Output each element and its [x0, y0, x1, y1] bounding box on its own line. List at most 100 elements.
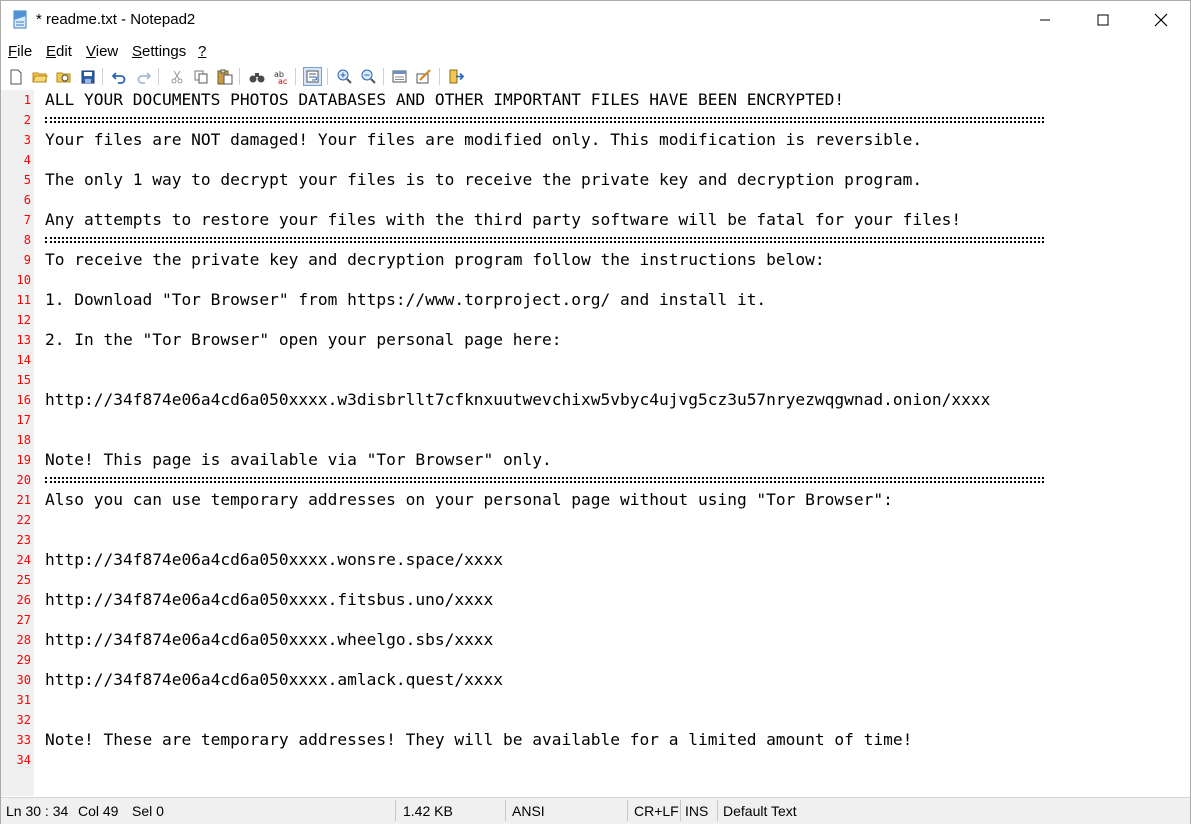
- status-selection: Sel 0: [132, 803, 164, 819]
- new-file-icon[interactable]: [6, 67, 25, 86]
- minimize-icon: [1040, 19, 1050, 21]
- separator-line: [45, 470, 1044, 490]
- toolbar-separator: [327, 68, 328, 85]
- scheme-icon[interactable]: [390, 67, 409, 86]
- copy-icon[interactable]: [191, 67, 210, 86]
- editor-line: To receive the private key and decryptio…: [45, 250, 825, 269]
- line-number: 1: [23, 93, 31, 107]
- line-number: 21: [16, 493, 31, 507]
- toolbar: ab ac: [1, 64, 1190, 89]
- zoom-out-icon[interactable]: [359, 67, 378, 86]
- toolbar-separator: [295, 68, 296, 85]
- cut-icon[interactable]: [167, 67, 186, 86]
- editor-line: Your files are NOT damaged! Your files a…: [45, 130, 923, 149]
- svg-text:ac: ac: [278, 77, 287, 85]
- toolbar-separator: [439, 68, 440, 85]
- line-number: 24: [16, 553, 31, 567]
- editor-line: Note! This page is available via "Tor Br…: [45, 450, 552, 469]
- menu-bar: File Edit View Settings ?: [1, 39, 1190, 63]
- find-icon[interactable]: [247, 67, 266, 86]
- line-number: 12: [16, 313, 31, 327]
- line-number: 27: [16, 613, 31, 627]
- notepad2-window: * readme.txt - Notepad2 File Edit View S…: [0, 0, 1191, 824]
- line-number: 33: [16, 733, 31, 747]
- word-wrap-icon[interactable]: [303, 67, 322, 86]
- menu-edit[interactable]: Edit: [46, 43, 72, 60]
- replace-icon[interactable]: ab ac: [271, 67, 290, 86]
- save-icon[interactable]: [78, 67, 97, 86]
- line-number: 5: [23, 173, 31, 187]
- line-number: 26: [16, 593, 31, 607]
- line-number: 16: [16, 393, 31, 407]
- window-title: * readme.txt - Notepad2: [36, 11, 196, 28]
- line-number: 22: [16, 513, 31, 527]
- text-editor[interactable]: 1 ALL YOUR DOCUMENTS PHOTOS DATABASES AND…: [1, 90, 1190, 796]
- editor-line: http://34f874e06a4cd6a050xxxx.amlack.que…: [45, 670, 504, 689]
- separator-line: [45, 110, 1044, 130]
- open-folder-icon[interactable]: [30, 67, 49, 86]
- line-number: 8: [23, 233, 31, 247]
- line-number: 10: [16, 273, 31, 287]
- menu-file[interactable]: File: [8, 43, 32, 60]
- browse-icon[interactable]: [54, 67, 73, 86]
- status-insert-mode[interactable]: INS: [685, 803, 708, 819]
- status-line-endings[interactable]: CR+LF: [634, 803, 679, 819]
- line-number: 3: [23, 133, 31, 147]
- toolbar-separator: [239, 68, 240, 85]
- paste-icon[interactable]: [215, 67, 234, 86]
- status-scheme[interactable]: Default Text: [723, 803, 797, 819]
- line-number: 13: [16, 333, 31, 347]
- line-number: 11: [16, 293, 31, 307]
- line-number: 18: [16, 433, 31, 447]
- line-number: 6: [23, 193, 31, 207]
- close-icon: [1154, 13, 1168, 27]
- maximize-icon: [1097, 14, 1109, 26]
- menu-settings[interactable]: Settings: [132, 43, 186, 60]
- minimize-button[interactable]: [1016, 1, 1074, 39]
- customize-icon[interactable]: [414, 67, 433, 86]
- status-column: Col 49: [78, 803, 119, 819]
- status-divider: [680, 800, 681, 821]
- editor-line: 2. In the "Tor Browser" open your person…: [45, 330, 562, 349]
- line-number: 32: [16, 713, 31, 727]
- close-button[interactable]: [1132, 1, 1190, 39]
- notepad-app-icon: [13, 10, 27, 29]
- editor-line: http://34f874e06a4cd6a050xxxx.fitsbus.un…: [45, 590, 494, 609]
- line-number: 19: [16, 453, 31, 467]
- redo-icon[interactable]: [134, 67, 153, 86]
- toolbar-separator: [102, 68, 103, 85]
- status-bar: Ln 30 : 34 Col 49 Sel 0 1.42 KB ANSI CR+…: [1, 797, 1190, 824]
- line-number: 28: [16, 633, 31, 647]
- line-number: 14: [16, 353, 31, 367]
- exit-icon[interactable]: [446, 67, 465, 86]
- editor-line: Any attempts to restore your files with …: [45, 210, 962, 229]
- status-encoding[interactable]: ANSI: [512, 803, 545, 819]
- toolbar-separator: [383, 68, 384, 85]
- editor-line: Also you can use temporary addresses on …: [45, 490, 893, 509]
- menu-help[interactable]: ?: [198, 43, 206, 60]
- line-number: 23: [16, 533, 31, 547]
- editor-line: The only 1 way to decrypt your files is …: [45, 170, 923, 189]
- zoom-in-icon[interactable]: [335, 67, 354, 86]
- line-number: 30: [16, 673, 31, 687]
- editor-line: 1. Download "Tor Browser" from https://w…: [45, 290, 767, 309]
- status-line-position: Ln 30 : 34: [6, 803, 69, 819]
- line-number: 2: [23, 113, 31, 127]
- undo-icon[interactable]: [109, 67, 128, 86]
- line-number: 29: [16, 653, 31, 667]
- status-divider: [505, 800, 506, 821]
- editor-line: ALL YOUR DOCUMENTS PHOTOS DATABASES AND …: [45, 90, 845, 109]
- editor-line: http://34f874e06a4cd6a050xxxx.wonsre.spa…: [45, 550, 504, 569]
- toolbar-separator: [158, 68, 159, 85]
- status-divider: [627, 800, 628, 821]
- line-number: 15: [16, 373, 31, 387]
- status-file-size: 1.42 KB: [403, 803, 453, 819]
- maximize-button[interactable]: [1074, 1, 1132, 39]
- editor-line: http://34f874e06a4cd6a050xxxx.wheelgo.sb…: [45, 630, 494, 649]
- title-bar[interactable]: * readme.txt - Notepad2: [1, 1, 1190, 39]
- separator-line: [45, 230, 1044, 250]
- line-number: 7: [23, 213, 31, 227]
- menu-view[interactable]: View: [86, 43, 118, 60]
- editor-line: http://34f874e06a4cd6a050xxxx.w3disbrllt…: [45, 390, 991, 409]
- line-number: 17: [16, 413, 31, 427]
